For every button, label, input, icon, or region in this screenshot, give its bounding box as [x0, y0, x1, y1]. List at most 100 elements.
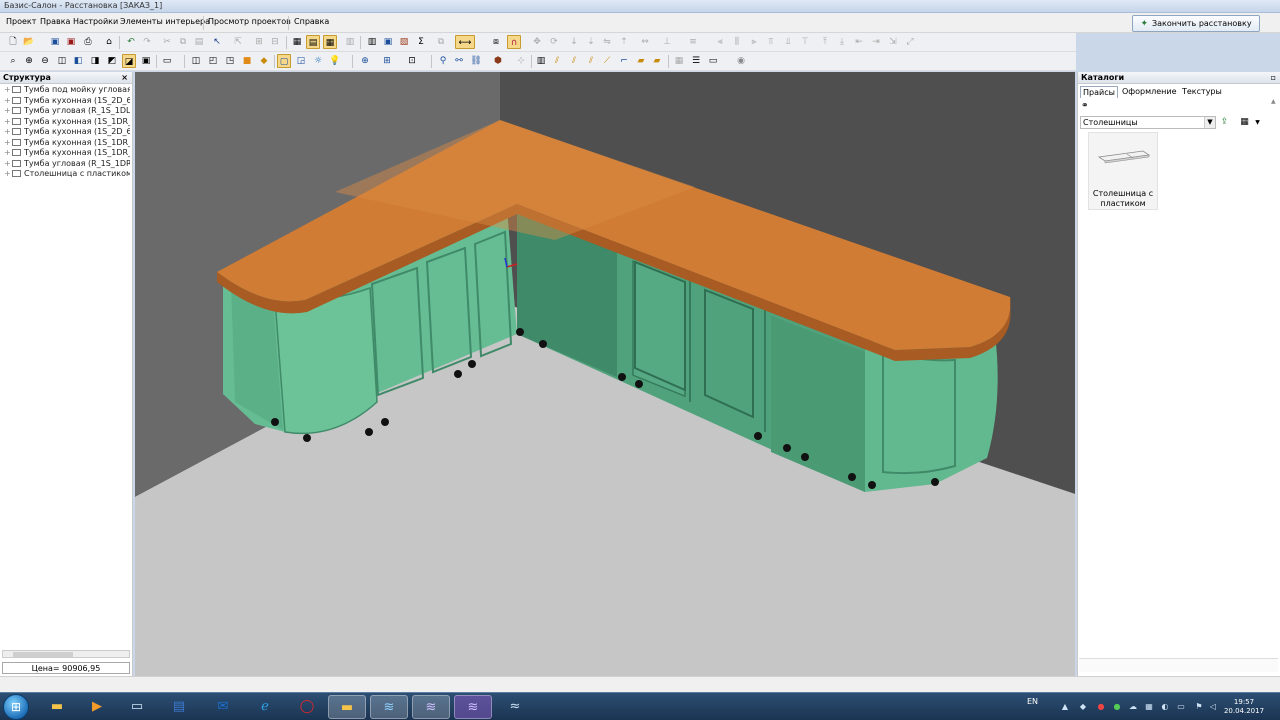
folder-icon[interactable]: ▬ — [328, 695, 366, 719]
menu-edit[interactable]: Правка — [40, 17, 70, 26]
tree-item[interactable]: + Тумба угловая (R_1S_1DR) — [0, 159, 130, 170]
home-icon[interactable]: ⌂ — [102, 35, 116, 49]
order-list-icon[interactable]: ☰ — [689, 54, 703, 68]
move-icon[interactable]: ⇱ — [231, 35, 245, 49]
camera-icon[interactable]: ▭ — [160, 54, 174, 68]
computer-icon[interactable]: ▭ — [118, 695, 156, 719]
explorer-icon[interactable]: ▬ — [38, 695, 76, 719]
tray-expand-icon[interactable]: ▲ — [1060, 702, 1070, 712]
move-axis-icon[interactable]: ✥ — [530, 35, 544, 49]
expand-icon[interactable]: + — [4, 127, 12, 138]
app-icon[interactable]: ≈ — [496, 695, 534, 719]
menu-project[interactable]: Проект — [6, 17, 36, 26]
bazis-app-icon-3[interactable]: ≋ — [454, 695, 492, 719]
opera-icon[interactable]: ◯ — [288, 695, 326, 719]
outlook-icon[interactable]: ✉ — [204, 695, 242, 719]
profile-icon[interactable]: ⫽ — [567, 54, 581, 68]
magnet-icon[interactable]: ∩ — [507, 35, 521, 49]
worktop-icon[interactable]: ▰ — [650, 54, 664, 68]
chevron-down-icon[interactable]: ▼ — [1204, 117, 1215, 128]
globe-icon[interactable]: ◉ — [734, 54, 748, 68]
comment-icon[interactable]: ▭ — [706, 54, 720, 68]
realistic-icon[interactable]: ◆ — [257, 54, 271, 68]
bazis-app-icon[interactable]: ≋ — [370, 695, 408, 719]
split-view-icon[interactable]: ◲ — [294, 54, 308, 68]
hidden-lines-icon[interactable]: ◰ — [206, 54, 220, 68]
new-file-icon[interactable]: 🗋 — [6, 35, 20, 49]
stack-icon[interactable]: ≡ — [686, 35, 700, 49]
rotate-icon[interactable]: ⟳ — [547, 35, 561, 49]
menu-interior-elements[interactable]: Элементы интерьера — [120, 17, 210, 26]
expand-icon[interactable]: + — [4, 148, 12, 159]
zoom-icon[interactable]: ⌕ — [6, 54, 20, 68]
tree-item[interactable]: + Тумба под мойку угловая ( — [0, 85, 130, 96]
tray-monitor-icon[interactable]: ▭ — [1176, 702, 1186, 712]
taskbar-clock[interactable]: 19:57 20.04.2017 — [1222, 698, 1266, 716]
expand-icon[interactable]: + — [4, 117, 12, 128]
open-folder-icon[interactable]: 📂 — [22, 35, 36, 49]
catalog-item[interactable]: Столешница с пластиком — [1088, 132, 1158, 210]
place-object-icon[interactable]: ⊕ — [358, 54, 372, 68]
cornice-icon[interactable]: ⫽ — [584, 54, 598, 68]
depth-icon[interactable]: ⇲ — [886, 35, 900, 49]
connect-icon[interactable]: ⚲ — [436, 54, 450, 68]
spread-icon[interactable]: ⇔ — [638, 35, 652, 49]
3d-viewport[interactable] — [135, 72, 1075, 676]
sum-icon[interactable]: Σ — [414, 35, 428, 49]
category-select[interactable]: Столешницы ▼ — [1080, 116, 1216, 129]
align-right-icon[interactable]: ⫸ — [747, 35, 761, 49]
height-bottom-icon[interactable]: ⤓ — [835, 35, 849, 49]
view-right-icon[interactable]: ◩ — [105, 54, 119, 68]
menu-settings[interactable]: Настройки — [73, 17, 118, 26]
view-top-icon[interactable]: ◧ — [71, 54, 85, 68]
light-source-icon[interactable]: ☼ — [311, 54, 325, 68]
tree-item[interactable]: + Тумба кухонная (1S_2D_6( — [0, 127, 130, 138]
tray-app-icon[interactable]: ◆ — [1078, 702, 1088, 712]
frame-icon[interactable]: ▢ — [277, 54, 291, 68]
menu-help[interactable]: Справка — [294, 17, 329, 26]
undo-icon[interactable]: ↶ — [124, 35, 138, 49]
print-icon[interactable]: ⎙ — [81, 35, 95, 49]
tab-prices[interactable]: Прайсы — [1080, 86, 1118, 98]
up-icon[interactable]: ⇡ — [617, 35, 631, 49]
tree-item[interactable]: + Тумба кухонная (1S_1DR_ — [0, 117, 130, 128]
zoom-in-icon[interactable]: ⊕ — [22, 54, 36, 68]
snap-icon[interactable]: ⊹ — [514, 54, 528, 68]
shaded-icon[interactable]: ◳ — [223, 54, 237, 68]
scene-canvas[interactable] — [135, 72, 1075, 676]
tree-item[interactable]: + Столешница с пластиком — [0, 169, 130, 180]
tray-cloud-icon[interactable]: ☁ — [1128, 702, 1138, 712]
align-top-icon[interactable]: ⫪ — [764, 35, 778, 49]
language-indicator[interactable]: EN — [1027, 697, 1038, 706]
save-as-icon[interactable]: ▣ — [64, 35, 78, 49]
flip-icon[interactable]: ⇋ — [600, 35, 614, 49]
expand-icon[interactable]: + — [4, 96, 12, 107]
grid-view-icon[interactable]: ▦ — [290, 35, 304, 49]
distribute-icon[interactable]: ⊥ — [660, 35, 674, 49]
menu-view-projects[interactable]: Просмотр проектов — [208, 17, 291, 26]
align-icon[interactable]: ⧈ — [489, 35, 503, 49]
media-player-icon[interactable]: ▶ — [78, 695, 116, 719]
width-left-icon[interactable]: ⇤ — [852, 35, 866, 49]
width-right-icon[interactable]: ⇥ — [869, 35, 883, 49]
redo-icon[interactable]: ↷ — [140, 35, 154, 49]
expand-icon[interactable]: + — [4, 85, 12, 96]
copy-icon[interactable]: ⧉ — [176, 35, 190, 49]
structure-scrollbar[interactable] — [2, 650, 130, 658]
expand-icon[interactable]: + — [4, 159, 12, 170]
paste-icon[interactable]: ▤ — [192, 35, 206, 49]
start-button[interactable]: ⊞ — [3, 694, 29, 720]
internet-explorer-icon[interactable]: ℯ — [246, 695, 284, 719]
align-center-icon[interactable]: ⫼ — [730, 35, 744, 49]
link-icon[interactable]: ⛓ — [469, 54, 483, 68]
tab-textures[interactable]: Текстуры — [1180, 86, 1224, 98]
baluster-icon[interactable]: ⟋ — [600, 54, 614, 68]
wall-icon[interactable]: ▥ — [343, 35, 357, 49]
tray-flag-icon[interactable]: ⚑ — [1194, 702, 1204, 712]
window-icon[interactable]: ▣ — [381, 35, 395, 49]
view-mode-icon[interactable]: ▦ — [1238, 116, 1251, 129]
cut-icon[interactable]: ✂ — [160, 35, 174, 49]
arrow-down-icon[interactable]: ↓ — [567, 35, 581, 49]
restore-icon[interactable]: ▫ — [1271, 72, 1276, 84]
align-left-icon[interactable]: ⫷ — [713, 35, 727, 49]
